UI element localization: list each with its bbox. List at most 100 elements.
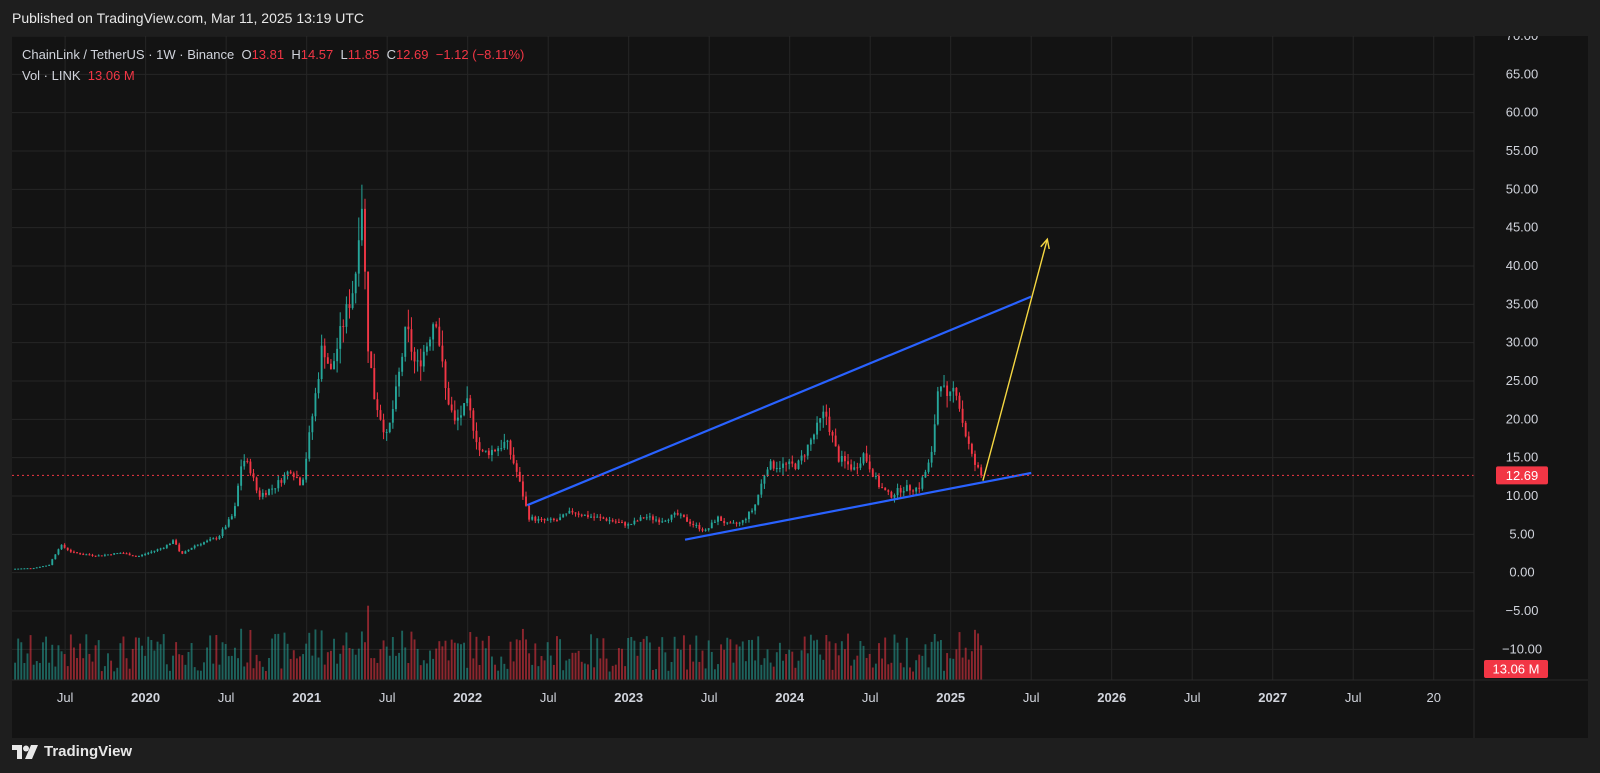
candle-body <box>884 487 887 491</box>
volume-bar <box>110 660 113 680</box>
volume-bar <box>859 641 862 680</box>
candle-body <box>209 539 212 541</box>
candle-body <box>487 450 490 456</box>
price-chart[interactable]: 70.00 65.00 60.00 55.00 50.00 45.00 40.00 35.00… <box>12 36 1588 738</box>
volume-bar <box>896 642 899 680</box>
candle-body <box>543 519 546 521</box>
candle-body <box>915 487 918 492</box>
candle-body <box>481 450 484 452</box>
volume-bar <box>918 654 921 680</box>
volume-bar <box>515 639 518 680</box>
candle-body <box>809 439 812 445</box>
volume-bar <box>825 634 828 680</box>
candle-body <box>63 544 66 548</box>
candle-body <box>379 410 382 420</box>
volume-bar <box>274 634 277 680</box>
candle-body <box>698 524 701 530</box>
chart-legend: ChainLink / TetherUS · 1W · Binance O13.… <box>22 44 524 86</box>
candle-body <box>422 351 425 367</box>
candle-body <box>395 386 397 410</box>
volume-bar <box>729 639 732 680</box>
volume-bar <box>391 637 394 680</box>
legend-volume-label[interactable]: Vol · LINK <box>22 68 81 83</box>
volume-bar <box>583 663 586 680</box>
volume-bar <box>747 639 750 680</box>
volume-bar <box>537 666 540 680</box>
volume-bar <box>243 666 246 680</box>
candle-body <box>311 416 314 433</box>
candle-body <box>828 416 831 432</box>
volume-bar <box>150 639 153 680</box>
candle-body <box>147 552 150 554</box>
volume-bar <box>407 662 410 680</box>
volume-bar <box>831 669 834 680</box>
candle-body <box>590 516 592 518</box>
last-price-badge-text: 12.69 <box>1506 468 1539 483</box>
volume-bar <box>707 640 710 680</box>
volume-bar <box>410 631 413 680</box>
tradingview-brand[interactable]: TradingView <box>12 743 132 760</box>
candle-body <box>946 385 949 396</box>
volume-bar <box>952 658 955 680</box>
candle-body <box>134 555 137 557</box>
candle-body <box>401 356 404 372</box>
volume-bar <box>525 639 527 680</box>
volume-bar <box>268 657 270 680</box>
candle-body <box>280 480 283 483</box>
legend-close-label: C <box>386 47 396 62</box>
volume-bar <box>608 671 611 680</box>
volume-bar <box>794 667 797 680</box>
volume-bar <box>909 667 911 680</box>
volume-bar <box>800 650 803 680</box>
volume-bar <box>847 633 849 680</box>
candle-body <box>150 551 153 553</box>
volume-bar <box>128 668 131 680</box>
volume-bar <box>611 665 614 680</box>
volume-bar <box>574 652 577 680</box>
volume-bar <box>249 629 252 680</box>
candle-body <box>484 450 487 452</box>
candle-body <box>902 491 905 493</box>
candle-body <box>890 491 893 498</box>
legend-symbol[interactable]: ChainLink / TetherUS · 1W · Binance <box>22 47 234 62</box>
candle-body <box>333 361 335 370</box>
candle-body <box>788 461 791 465</box>
volume-bar <box>763 658 766 680</box>
volume-bar <box>933 634 936 680</box>
candle-body <box>113 553 116 555</box>
candle-body <box>336 348 339 362</box>
candle-body <box>512 454 515 464</box>
volume-bar <box>435 648 438 680</box>
candle-body <box>453 410 456 421</box>
candle-body <box>351 293 354 308</box>
legend-open-value: 13.81 <box>251 47 285 62</box>
volume-bar <box>936 641 939 680</box>
volume-bar <box>695 635 698 680</box>
volume-bar <box>692 661 695 680</box>
volume-bar <box>255 654 258 680</box>
chart-background <box>12 36 1588 738</box>
candle-body <box>593 516 596 518</box>
candle-body <box>156 549 159 551</box>
candle-body <box>221 529 224 536</box>
volume-bar <box>958 632 961 680</box>
candle-body <box>865 453 868 462</box>
candle-body <box>747 511 750 520</box>
x-tick-label: Jul <box>1345 690 1362 705</box>
volume-bar <box>144 655 147 680</box>
volume-bar <box>351 648 354 680</box>
volume-bar <box>881 658 884 680</box>
volume-bar <box>76 658 78 680</box>
volume-bar <box>348 647 351 680</box>
candle-body <box>961 408 964 423</box>
candle-body <box>518 471 521 482</box>
legend-high-label: H <box>291 47 301 62</box>
volume-bar <box>967 659 970 680</box>
candle-body <box>314 393 317 417</box>
y-tick-label: 45.00 <box>1506 220 1539 235</box>
candle-body <box>670 514 673 520</box>
candle-body <box>249 461 252 474</box>
candle-body <box>79 553 82 555</box>
volume-bar <box>20 642 23 680</box>
x-tick-label: Jul <box>218 690 235 705</box>
